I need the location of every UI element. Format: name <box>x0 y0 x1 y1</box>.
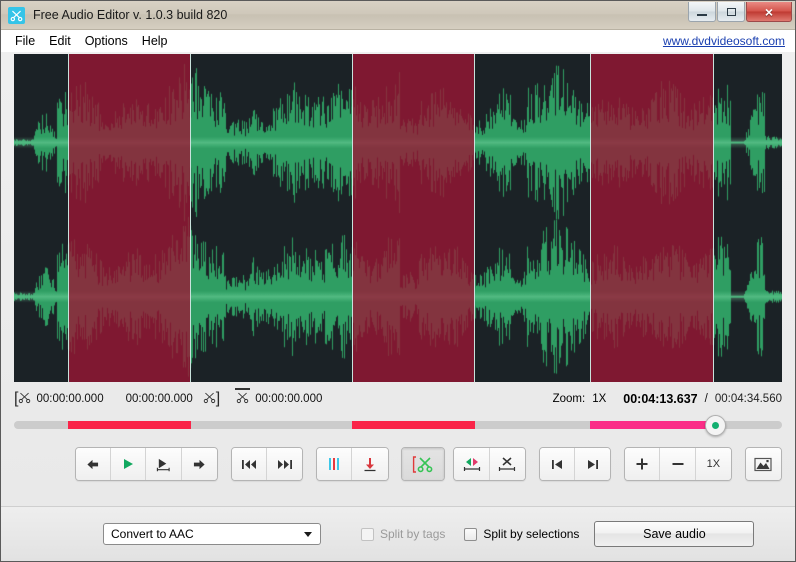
selection-edit-button-group <box>453 447 526 481</box>
arrow-right-icon <box>193 459 205 469</box>
zoom-reset-button[interactable]: 1X <box>695 448 731 480</box>
zoom-value: 1X <box>592 393 607 405</box>
website-link[interactable]: www.dvdvideosoft.com <box>663 34 785 48</box>
image-icon <box>754 457 772 471</box>
marker-down-icon <box>364 457 376 471</box>
jump-start-button[interactable] <box>539 448 576 480</box>
selection-start-group[interactable]: [ 00:00:00.000 <box>14 391 104 407</box>
jump-end-icon <box>587 459 598 469</box>
close-icon: × <box>764 3 774 20</box>
time-separator: / <box>704 393 708 405</box>
timeline-scrubber[interactable] <box>14 415 782 436</box>
zoom-button-group: 1X <box>624 447 732 481</box>
menu-item-file[interactable]: File <box>9 32 43 50</box>
split-by-tags-checkbox[interactable]: Split by tags <box>361 527 445 541</box>
delete-selection-button[interactable] <box>489 448 525 480</box>
current-time: 00:04:13.637 <box>623 392 698 406</box>
step-back-button[interactable] <box>75 448 112 480</box>
scissors-start-icon <box>18 391 31 407</box>
move-selection-button[interactable] <box>454 448 490 480</box>
step-forward-button[interactable] <box>181 448 217 480</box>
bottom-bar: Convert to AAC Split by tags Split by se… <box>1 506 795 561</box>
maximize-button[interactable] <box>717 2 745 22</box>
marker-button-group <box>316 447 389 481</box>
selection-length-time: 00:00:00.000 <box>255 393 323 405</box>
timecode-row: [ 00:00:00.000 00:00:00.000] 00:00:00.0… <box>14 386 782 412</box>
minimize-button[interactable] <box>688 2 716 22</box>
checkbox-box <box>361 527 374 541</box>
zoom-in-button[interactable] <box>625 448 661 480</box>
zoom-label: Zoom: <box>552 393 586 405</box>
menu-item-options[interactable]: Options <box>79 32 136 50</box>
selection-length-group[interactable]: 00:00:00.000 <box>235 388 323 407</box>
waveform-canvas[interactable] <box>14 54 782 382</box>
selection-start-time: 00:00:00.000 <box>36 393 104 405</box>
fast-forward-button[interactable] <box>267 448 303 480</box>
play-icon <box>124 459 134 469</box>
split-by-selections-checkbox[interactable]: Split by selections <box>464 527 579 541</box>
play-selection-button[interactable] <box>146 448 182 480</box>
rewind-button[interactable] <box>231 448 268 480</box>
play-range-icon <box>156 458 170 471</box>
jump-end-button[interactable] <box>575 448 611 480</box>
title-bar: Free Audio Editor v. 1.0.3 build 820 × <box>1 1 795 30</box>
move-selection-icon <box>463 458 480 471</box>
timeline-segment[interactable] <box>351 421 475 429</box>
toolbar: 1X <box>14 442 783 486</box>
menu-item-help[interactable]: Help <box>136 32 176 50</box>
cut-button[interactable] <box>402 448 444 480</box>
timeline-playhead-handle[interactable] <box>704 415 726 436</box>
marker-bars-icon <box>329 458 340 470</box>
chevron-down-icon <box>304 532 312 537</box>
bracket-right-icon: ] <box>215 390 221 407</box>
scissors-icon <box>8 6 25 24</box>
spectrogram-button[interactable] <box>745 448 782 480</box>
arrow-left-icon <box>87 459 99 469</box>
window-title: Free Audio Editor v. 1.0.3 build 820 <box>33 8 228 22</box>
close-button[interactable]: × <box>746 2 792 22</box>
view-button-group <box>744 447 783 481</box>
format-select-value: Convert to AAC <box>111 527 194 541</box>
save-audio-button[interactable]: Save audio <box>594 521 755 547</box>
add-marker-button[interactable] <box>317 448 353 480</box>
playhead-dot-icon <box>711 422 719 429</box>
timeline-segment[interactable] <box>590 421 715 429</box>
menu-bar: File Edit Options Help www.dvdvideosoft.… <box>1 30 795 52</box>
jump-start-icon <box>551 459 562 469</box>
fast-forward-icon <box>277 459 292 469</box>
split-by-selections-label: Split by selections <box>483 527 580 541</box>
save-audio-label: Save audio <box>643 527 706 541</box>
selection-end-group[interactable]: 00:00:00.000 ] <box>126 391 221 407</box>
set-marker-button[interactable] <box>352 448 388 480</box>
waveform-display[interactable] <box>14 54 782 382</box>
minus-icon <box>672 463 684 465</box>
delete-selection-icon <box>499 457 516 471</box>
format-select[interactable]: Convert to AAC <box>103 523 321 545</box>
cut-button-group <box>401 447 445 481</box>
scissors-end-icon <box>203 391 216 407</box>
zoom-out-button[interactable] <box>660 448 696 480</box>
scissors-bracket-icon <box>412 455 433 473</box>
scissors-length-icon <box>235 388 251 407</box>
skip-button-group <box>230 447 304 481</box>
menu-item-edit[interactable]: Edit <box>43 32 79 50</box>
window-controls: × <box>687 2 792 22</box>
transport-button-group <box>74 447 218 481</box>
zoom-level-label: 1X <box>706 458 721 470</box>
rewind-icon <box>241 459 256 469</box>
play-button[interactable] <box>111 448 147 480</box>
selection-end-time: 00:00:00.000 <box>125 393 193 405</box>
checkbox-box <box>464 527 478 541</box>
timeline-segment[interactable] <box>67 421 191 429</box>
total-time: 00:04:34.560 <box>714 393 782 405</box>
maximize-icon <box>726 7 736 16</box>
jump-button-group <box>538 447 612 481</box>
split-by-tags-label: Split by tags <box>380 527 446 541</box>
application-window: Free Audio Editor v. 1.0.3 build 820 × F… <box>0 0 796 562</box>
minimize-icon <box>697 13 707 16</box>
playback-position-group: Zoom: 1X 00:04:13.637 / 00:04:34.560 <box>553 392 782 406</box>
plus-icon <box>636 458 648 470</box>
